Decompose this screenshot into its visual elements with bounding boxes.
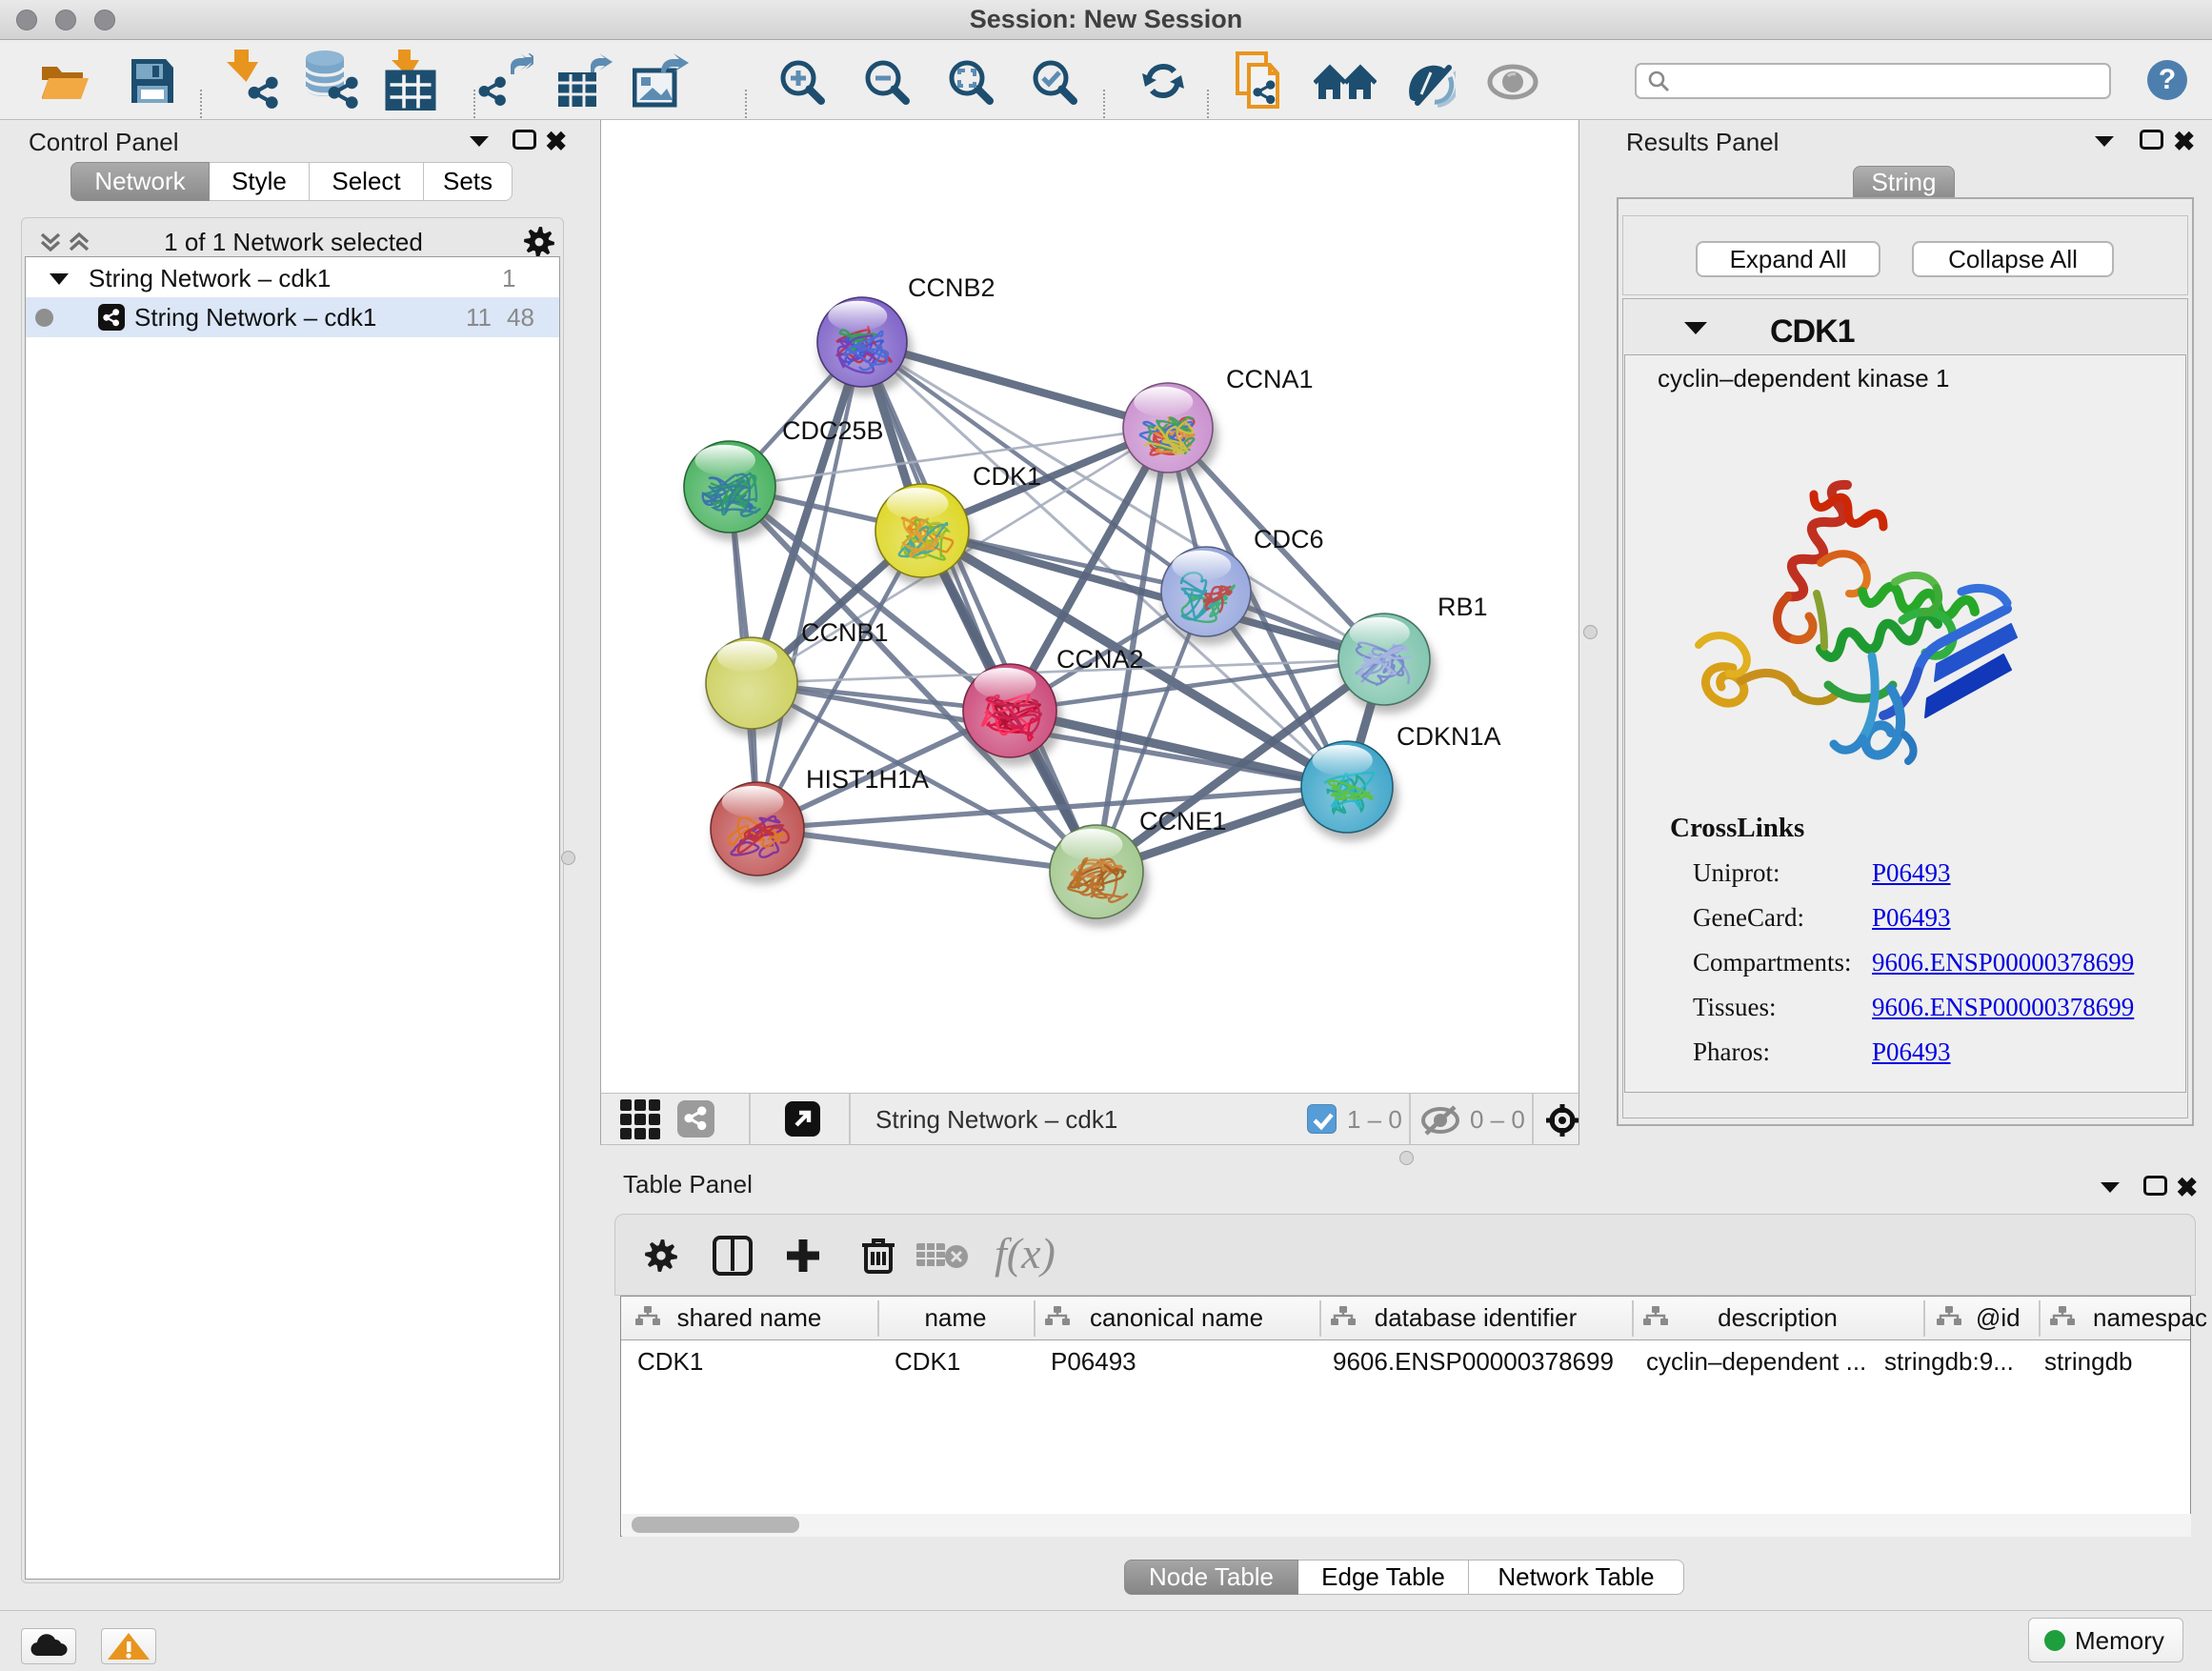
svg-text:CDC6: CDC6 <box>1254 525 1324 554</box>
svg-text:CDC25B: CDC25B <box>782 416 884 445</box>
svg-text:CCNE1: CCNE1 <box>1139 807 1227 836</box>
svg-text:CCNA2: CCNA2 <box>1056 645 1144 674</box>
svg-text:HIST1H1A: HIST1H1A <box>806 765 929 794</box>
svg-text:CCNA1: CCNA1 <box>1226 365 1314 393</box>
svg-text:CDKN1A: CDKN1A <box>1397 722 1501 751</box>
svg-text:RB1: RB1 <box>1438 593 1488 621</box>
svg-text:CDK1: CDK1 <box>973 462 1041 491</box>
svg-text:CCNB2: CCNB2 <box>908 273 995 302</box>
svg-text:CCNB1: CCNB1 <box>801 618 889 647</box>
